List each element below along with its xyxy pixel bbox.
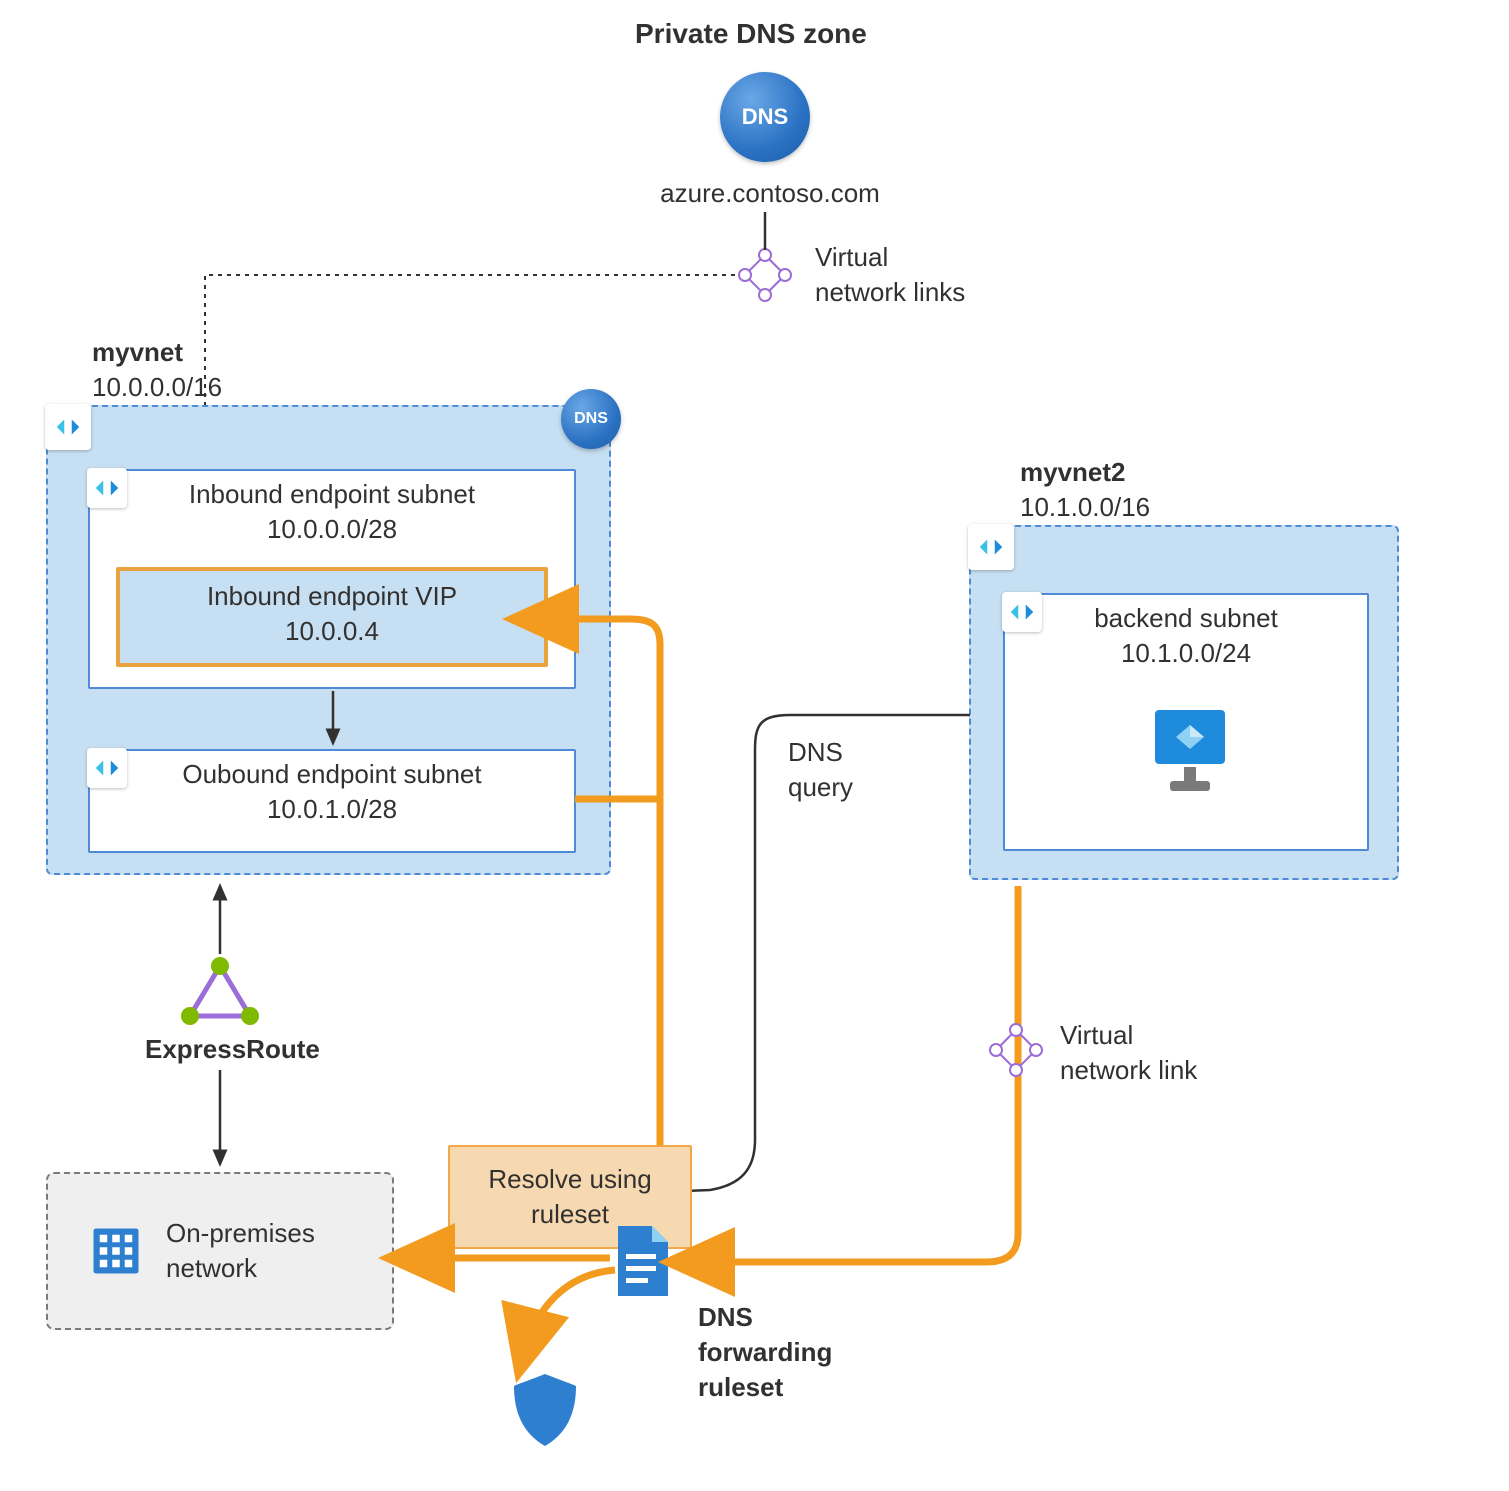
- subnet-icon: [87, 468, 127, 508]
- vnet-link-label: Virtual network link: [1060, 1018, 1197, 1088]
- backend-subnet-box: backend subnet 10.1.0.0/24: [1003, 593, 1369, 851]
- inbound-subnet-box: Inbound endpoint subnet 10.0.0.0/28 Inbo…: [88, 469, 576, 689]
- vnet-links-label: Virtual network links: [815, 240, 965, 310]
- arrow-er-to-onprem: [205, 1070, 235, 1170]
- vnet-link-icon: [986, 1020, 1046, 1080]
- outbound-subnet-box: Oubound endpoint subnet 10.0.1.0/28: [88, 749, 576, 853]
- subnet-icon: [1002, 592, 1042, 632]
- vnet-links-icon: [735, 245, 795, 305]
- inbound-vip-box: Inbound endpoint VIP 10.0.0.4: [116, 567, 548, 667]
- expressroute-label: ExpressRoute: [145, 1032, 320, 1067]
- conn-myvnet2-to-ruleset: [676, 882, 1036, 1272]
- myvnet2-name: myvnet2: [1020, 455, 1126, 490]
- page-title: Private DNS zone: [635, 18, 867, 50]
- diagram-canvas: Private DNS zone DNS azure.contoso.com V…: [0, 0, 1509, 1491]
- myvnet-name: myvnet: [92, 335, 183, 370]
- inbound-subnet-label: Inbound endpoint subnet 10.0.0.0/28: [90, 471, 574, 547]
- onprem-box: On-premises network: [46, 1172, 394, 1330]
- backend-subnet-label: backend subnet 10.1.0.0/24: [1005, 595, 1367, 671]
- vnet-icon: [968, 524, 1014, 570]
- myvnet2-cidr: 10.1.0.0/16: [1020, 490, 1150, 525]
- myvnet2-box: backend subnet 10.1.0.0/24: [969, 525, 1399, 880]
- ruleset-label: DNS forwarding ruleset: [698, 1300, 832, 1405]
- building-icon: [86, 1221, 146, 1281]
- dns-badge-icon: DNS: [561, 389, 621, 449]
- conn-ruleset-to-shield: [505, 1264, 665, 1374]
- onprem-label: On-premises network: [166, 1216, 315, 1286]
- arrow-inbound-to-outbound: [318, 691, 348, 749]
- dns-zone-domain: azure.contoso.com: [640, 176, 900, 211]
- arrow-er-to-myvnet: [205, 880, 235, 960]
- dns-query-label: DNS query: [788, 735, 853, 805]
- myvnet-cidr: 10.0.0.0/16: [92, 370, 222, 405]
- vnet-icon: [45, 404, 91, 450]
- shield-icon: [510, 1370, 580, 1450]
- subnet-icon: [87, 748, 127, 788]
- private-dns-zone-icon: DNS: [720, 72, 810, 162]
- vm-icon: [1150, 705, 1230, 805]
- expressroute-icon: [180, 960, 260, 1028]
- outbound-subnet-label: Oubound endpoint subnet 10.0.1.0/28: [90, 751, 574, 827]
- conn-dnszone-to-links: [760, 212, 770, 250]
